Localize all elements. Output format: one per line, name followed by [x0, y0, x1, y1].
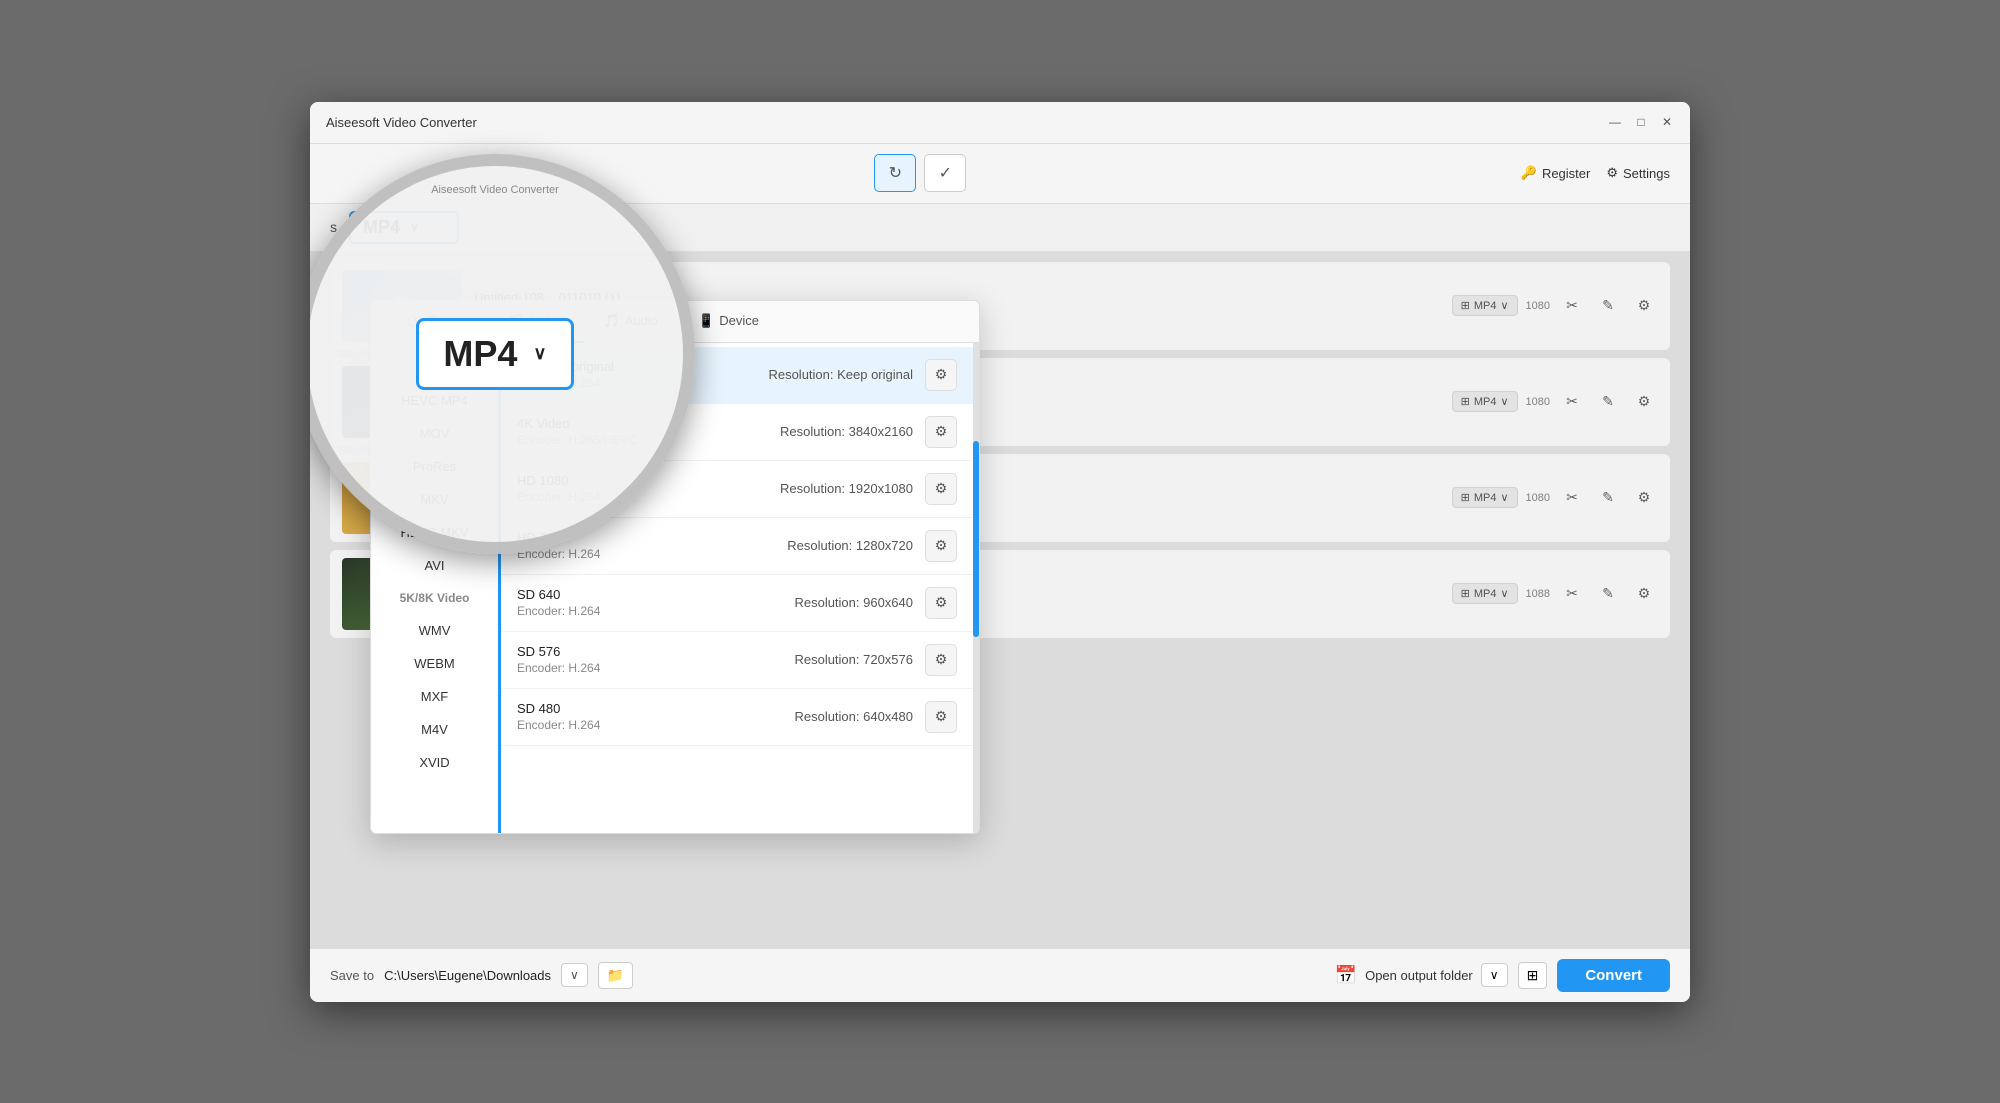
minimize-button[interactable]: —: [1608, 115, 1622, 129]
convert-button[interactable]: Convert: [1557, 959, 1670, 992]
quality-resolution-sd480: Resolution: 640x480: [794, 709, 913, 724]
quality-resolution-4k: Resolution: 3840x2160: [780, 424, 913, 439]
main-window: Aiseesoft Video Converter — □ ✕ ↻ ✓ 🔑 Re…: [310, 102, 1690, 1002]
magnify-title: Aiseesoft Video Converter: [431, 184, 559, 196]
tab-device-label: Device: [719, 313, 759, 328]
quality-resolution-hd720: Resolution: 1280x720: [787, 538, 913, 553]
magnify-overlay: Aiseesoft Video Converter MP4 ∨: [310, 154, 695, 554]
toolbar-center-buttons: ↻ ✓: [874, 154, 966, 192]
quality-item-sd640[interactable]: SD 640 Encoder: H.264 Resolution: 960x64…: [501, 575, 973, 632]
quality-name-sd480: SD 480: [517, 701, 782, 716]
quality-encoder-sd640: Encoder: H.264: [517, 604, 782, 618]
format-section-5k: 5K/8K Video: [371, 582, 498, 614]
magnify-chevron-icon: ∨: [533, 343, 546, 364]
magnify-format-label: MP4: [443, 333, 517, 375]
popup-scrollbar-thumb: [973, 441, 979, 637]
settings-button[interactable]: ⚙ Settings: [1606, 165, 1670, 181]
title-bar: Aiseesoft Video Converter — □ ✕: [310, 102, 1690, 144]
quality-settings-btn-hd720[interactable]: ⚙: [925, 530, 957, 562]
register-button[interactable]: 🔑 Register: [1521, 165, 1591, 181]
quality-settings-btn-4k[interactable]: ⚙: [925, 416, 957, 448]
format-item-avi[interactable]: AVI: [371, 549, 498, 582]
format-item-xvid[interactable]: XVID: [371, 746, 498, 779]
checkmark-button[interactable]: ✓: [924, 154, 966, 192]
save-path-dropdown[interactable]: ∨: [561, 963, 588, 987]
quality-settings-btn-same[interactable]: ⚙: [925, 359, 957, 391]
quality-resolution-sd576: Resolution: 720x576: [794, 652, 913, 667]
save-path-value: C:\Users\Eugene\Downloads: [384, 968, 551, 983]
window-controls: — □ ✕: [1608, 115, 1674, 129]
quality-settings-btn-hd1080[interactable]: ⚙: [925, 473, 957, 505]
toolbar-right: 🔑 Register ⚙ Settings: [1521, 165, 1670, 181]
quality-settings-btn-sd576[interactable]: ⚙: [925, 644, 957, 676]
output-folder-icon: 📅: [1335, 965, 1357, 986]
device-tab-icon: 📱: [698, 313, 714, 329]
bottom-bar: Save to C:\Users\Eugene\Downloads ∨ 📁 📅 …: [310, 948, 1690, 1002]
quality-name-sd640: SD 640: [517, 587, 782, 602]
format-item-wmv[interactable]: WMV: [371, 614, 498, 647]
gear-icon: ⚙: [1606, 165, 1618, 181]
register-label: Register: [1542, 166, 1590, 181]
quality-resolution-hd1080: Resolution: 1920x1080: [780, 481, 913, 496]
maximize-button[interactable]: □: [1634, 115, 1648, 129]
quality-settings-btn-sd640[interactable]: ⚙: [925, 587, 957, 619]
quality-info-sd576: SD 576 Encoder: H.264: [517, 644, 782, 675]
quality-settings-btn-sd480[interactable]: ⚙: [925, 701, 957, 733]
output-folder-area: 📅 Open output folder ∨: [1335, 963, 1508, 987]
settings-label: Settings: [1623, 166, 1670, 181]
quality-encoder-sd576: Encoder: H.264: [517, 661, 782, 675]
refresh-button[interactable]: ↻: [874, 154, 916, 192]
key-icon: 🔑: [1521, 165, 1537, 181]
close-button[interactable]: ✕: [1660, 115, 1674, 129]
open-output-label: Open output folder: [1365, 968, 1473, 983]
refresh-icon: ↻: [889, 163, 902, 183]
quality-item-sd480[interactable]: SD 480 Encoder: H.264 Resolution: 640x48…: [501, 689, 973, 746]
format-item-mxf[interactable]: MXF: [371, 680, 498, 713]
grid-view-button[interactable]: ⊞: [1518, 962, 1548, 989]
quality-info-sd640: SD 640 Encoder: H.264: [517, 587, 782, 618]
quality-resolution-same: Resolution: Keep original: [768, 367, 913, 382]
app-title: Aiseesoft Video Converter: [326, 115, 1608, 130]
output-folder-dropdown[interactable]: ∨: [1481, 963, 1508, 987]
quality-resolution-sd640: Resolution: 960x640: [794, 595, 913, 610]
check-icon: ✓: [939, 163, 952, 183]
quality-item-sd576[interactable]: SD 576 Encoder: H.264 Resolution: 720x57…: [501, 632, 973, 689]
format-item-m4v[interactable]: M4V: [371, 713, 498, 746]
format-item-webm[interactable]: WEBM: [371, 647, 498, 680]
magnify-format-dropdown[interactable]: MP4 ∨: [416, 318, 573, 390]
popup-scrollbar[interactable]: [973, 343, 979, 833]
quality-encoder-sd480: Encoder: H.264: [517, 718, 782, 732]
save-to-label: Save to: [330, 968, 374, 983]
magnify-inner: Aiseesoft Video Converter MP4 ∨: [310, 166, 683, 542]
quality-encoder-hd720: Encoder: H.264: [517, 547, 775, 561]
quality-info-sd480: SD 480 Encoder: H.264: [517, 701, 782, 732]
browse-folder-button[interactable]: 📁: [598, 962, 633, 989]
quality-name-sd576: SD 576: [517, 644, 782, 659]
